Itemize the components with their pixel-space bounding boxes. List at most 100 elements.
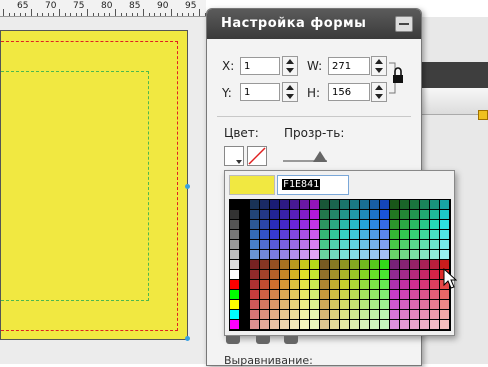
palette-swatch[interactable] bbox=[320, 260, 329, 269]
palette-swatch[interactable] bbox=[390, 250, 399, 259]
palette-swatch[interactable] bbox=[420, 290, 429, 299]
palette-swatch[interactable] bbox=[360, 280, 369, 289]
palette-swatch[interactable] bbox=[380, 210, 389, 219]
palette-swatch[interactable] bbox=[310, 270, 319, 279]
palette-swatch[interactable] bbox=[240, 230, 249, 239]
palette-swatch[interactable] bbox=[250, 210, 259, 219]
palette-swatch[interactable] bbox=[420, 210, 429, 219]
palette-swatch[interactable] bbox=[380, 300, 389, 309]
palette-swatch[interactable] bbox=[410, 250, 419, 259]
palette-swatch[interactable] bbox=[350, 290, 359, 299]
palette-swatch[interactable] bbox=[230, 320, 239, 329]
palette-swatch[interactable] bbox=[430, 230, 439, 239]
palette-swatch[interactable] bbox=[410, 220, 419, 229]
palette-swatch[interactable] bbox=[370, 260, 379, 269]
palette-swatch[interactable] bbox=[320, 300, 329, 309]
palette-swatch[interactable] bbox=[270, 290, 279, 299]
palette-swatch[interactable] bbox=[430, 290, 439, 299]
palette-swatch[interactable] bbox=[330, 300, 339, 309]
palette-swatch[interactable] bbox=[290, 270, 299, 279]
palette-swatch[interactable] bbox=[300, 230, 309, 239]
palette-swatch[interactable] bbox=[280, 280, 289, 289]
palette-swatch[interactable] bbox=[410, 270, 419, 279]
palette-swatch[interactable] bbox=[350, 320, 359, 329]
palette-swatch[interactable] bbox=[310, 250, 319, 259]
palette-swatch[interactable] bbox=[310, 280, 319, 289]
palette-swatch[interactable] bbox=[360, 200, 369, 209]
palette-swatch[interactable] bbox=[380, 220, 389, 229]
palette-swatch[interactable] bbox=[230, 300, 239, 309]
palette-swatch[interactable] bbox=[310, 290, 319, 299]
palette-swatch[interactable] bbox=[240, 270, 249, 279]
palette-swatch[interactable] bbox=[270, 260, 279, 269]
palette-swatch[interactable] bbox=[320, 220, 329, 229]
palette-swatch[interactable] bbox=[250, 320, 259, 329]
palette-swatch[interactable] bbox=[420, 270, 429, 279]
palette-swatch[interactable] bbox=[230, 200, 239, 209]
palette-swatch[interactable] bbox=[430, 320, 439, 329]
palette-swatch[interactable] bbox=[280, 320, 289, 329]
palette-swatch[interactable] bbox=[440, 290, 449, 299]
palette-swatch[interactable] bbox=[440, 250, 449, 259]
palette-swatch[interactable] bbox=[390, 260, 399, 269]
palette-swatch[interactable] bbox=[380, 240, 389, 249]
palette-swatch[interactable] bbox=[430, 220, 439, 229]
resize-handle[interactable] bbox=[185, 336, 190, 341]
minimize-button[interactable] bbox=[395, 16, 413, 32]
palette-swatch[interactable] bbox=[310, 310, 319, 319]
palette-swatch[interactable] bbox=[320, 310, 329, 319]
palette-swatch[interactable] bbox=[420, 310, 429, 319]
palette-swatch[interactable] bbox=[340, 200, 349, 209]
palette-swatch[interactable] bbox=[400, 240, 409, 249]
palette-swatch[interactable] bbox=[260, 210, 269, 219]
palette-swatch[interactable] bbox=[270, 240, 279, 249]
palette-swatch[interactable] bbox=[240, 210, 249, 219]
hex-color-input[interactable]: F1E841 bbox=[277, 175, 349, 195]
palette-swatch[interactable] bbox=[360, 290, 369, 299]
palette-swatch[interactable] bbox=[290, 230, 299, 239]
palette-swatch[interactable] bbox=[410, 210, 419, 219]
palette-swatch[interactable] bbox=[280, 230, 289, 239]
palette-swatch[interactable] bbox=[430, 200, 439, 209]
palette-swatch[interactable] bbox=[320, 210, 329, 219]
palette-swatch[interactable] bbox=[410, 280, 419, 289]
palette-swatch[interactable] bbox=[250, 310, 259, 319]
align-right-icon[interactable] bbox=[284, 336, 298, 344]
palette-swatch[interactable] bbox=[340, 260, 349, 269]
palette-swatch[interactable] bbox=[300, 300, 309, 309]
palette-swatch[interactable] bbox=[330, 200, 339, 209]
palette-swatch[interactable] bbox=[410, 230, 419, 239]
palette-swatch[interactable] bbox=[240, 250, 249, 259]
palette-swatch[interactable] bbox=[230, 280, 239, 289]
palette-swatch[interactable] bbox=[340, 210, 349, 219]
palette-swatch[interactable] bbox=[320, 240, 329, 249]
palette-swatch[interactable] bbox=[390, 230, 399, 239]
palette-swatch[interactable] bbox=[280, 210, 289, 219]
palette-swatch[interactable] bbox=[410, 260, 419, 269]
palette-swatch[interactable] bbox=[430, 270, 439, 279]
palette-swatch[interactable] bbox=[380, 260, 389, 269]
palette-swatch[interactable] bbox=[430, 240, 439, 249]
palette-swatch[interactable] bbox=[230, 270, 239, 279]
palette-swatch[interactable] bbox=[290, 300, 299, 309]
palette-swatch[interactable] bbox=[340, 300, 349, 309]
palette-swatch[interactable] bbox=[320, 200, 329, 209]
palette-swatch[interactable] bbox=[260, 280, 269, 289]
palette-swatch[interactable] bbox=[280, 300, 289, 309]
palette-swatch[interactable] bbox=[270, 200, 279, 209]
palette-swatch[interactable] bbox=[320, 280, 329, 289]
palette-swatch[interactable] bbox=[410, 290, 419, 299]
opacity-slider-thumb[interactable] bbox=[313, 151, 328, 162]
palette-swatch[interactable] bbox=[360, 260, 369, 269]
palette-swatch[interactable] bbox=[440, 220, 449, 229]
palette-swatch[interactable] bbox=[370, 320, 379, 329]
palette-swatch[interactable] bbox=[380, 280, 389, 289]
palette-swatch[interactable] bbox=[380, 250, 389, 259]
palette-swatch[interactable] bbox=[250, 230, 259, 239]
palette-swatch[interactable] bbox=[270, 210, 279, 219]
no-color-icon[interactable] bbox=[247, 146, 267, 166]
palette-swatch[interactable] bbox=[310, 220, 319, 229]
palette-swatch[interactable] bbox=[370, 270, 379, 279]
selected-shape[interactable] bbox=[0, 30, 188, 340]
palette-swatch[interactable] bbox=[400, 270, 409, 279]
